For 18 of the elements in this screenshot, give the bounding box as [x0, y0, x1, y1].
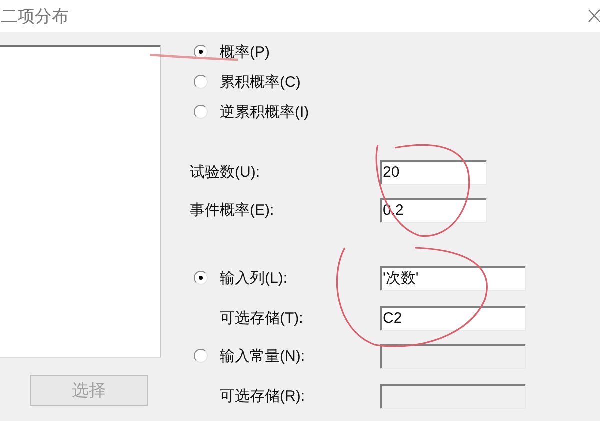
radio-label: 累积概率(C) — [220, 72, 302, 92]
field-label: 试验数(U): — [190, 162, 261, 182]
window-title: 二项分布 — [1, 6, 69, 28]
field-label: 可选存储(R): — [220, 386, 306, 406]
radio-button[interactable] — [194, 75, 208, 89]
radio-button[interactable] — [194, 105, 208, 119]
input-field[interactable]: C2 — [380, 306, 526, 330]
radio-label: 输入常量(N): — [220, 346, 306, 366]
radio-label: 逆累积概率(I) — [220, 102, 310, 122]
input-field[interactable]: 20 — [380, 160, 487, 184]
input-field[interactable] — [380, 384, 526, 408]
close-icon[interactable] — [588, 9, 600, 23]
radio-label: 输入列(L): — [220, 268, 288, 288]
radio-button[interactable] — [194, 271, 208, 285]
radio-label: 概率(P) — [220, 42, 271, 62]
field-label: 可选存储(T): — [220, 308, 304, 328]
input-field[interactable]: '次数' — [380, 266, 526, 290]
field-label: 事件概率(E): — [190, 200, 276, 220]
